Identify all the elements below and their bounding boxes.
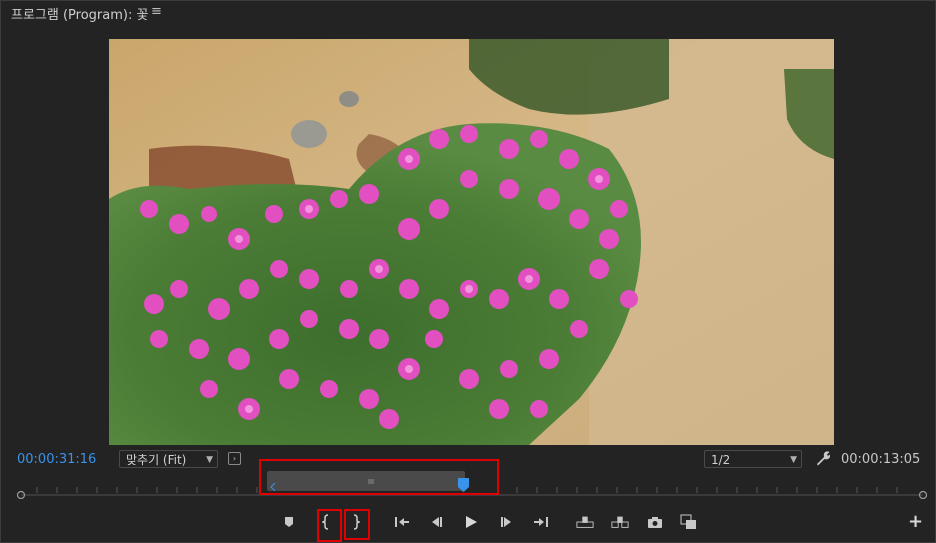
export-frame-icon[interactable] (646, 513, 664, 531)
program-monitor-panel: 프로그램 (Program): 꽃 ≡ 00:00:31:16 맞추기 (Fit… (0, 0, 936, 543)
chevron-down-icon: ▼ (790, 455, 797, 465)
duration-timecode: 00:00:13:05 (841, 452, 921, 467)
extract-icon[interactable] (611, 513, 629, 531)
mark-out-highlight-box (344, 509, 370, 540)
program-video-frame (109, 39, 834, 445)
range-highlight-box (259, 459, 499, 495)
add-button-icon[interactable]: + (908, 513, 923, 531)
zoom-level-dropdown[interactable]: 맞추기 (Fit) ▼ (119, 450, 218, 468)
compare-view-icon[interactable] (680, 513, 698, 531)
mark-in-highlight-box (317, 509, 342, 542)
zoom-level-value: 맞추기 (Fit) (126, 453, 187, 467)
wrench-icon[interactable] (814, 449, 832, 467)
panel-title-bar: 프로그램 (Program): 꽃 ≡ (1, 1, 935, 23)
chevron-down-icon: ▼ (206, 455, 213, 465)
current-timecode[interactable]: 00:00:31:16 (17, 452, 96, 467)
transport-controls (1, 513, 935, 533)
playback-resolution-dropdown[interactable]: 1/2 ▼ (704, 450, 802, 468)
go-to-out-icon[interactable] (532, 513, 550, 531)
panel-title[interactable]: 프로그램 (Program): 꽃 (11, 4, 148, 23)
step-forward-icon[interactable] (498, 513, 516, 531)
play-icon[interactable] (462, 513, 480, 531)
flower-bush-image (109, 39, 834, 445)
playback-resolution-value: 1/2 (711, 453, 731, 467)
step-back-icon[interactable] (427, 513, 445, 531)
fit-settings-icon[interactable]: › (228, 452, 241, 465)
go-to-in-icon[interactable] (393, 513, 411, 531)
add-marker-icon[interactable] (280, 513, 298, 531)
hamburger-icon[interactable]: ≡ (151, 4, 162, 19)
lift-icon[interactable] (576, 513, 594, 531)
